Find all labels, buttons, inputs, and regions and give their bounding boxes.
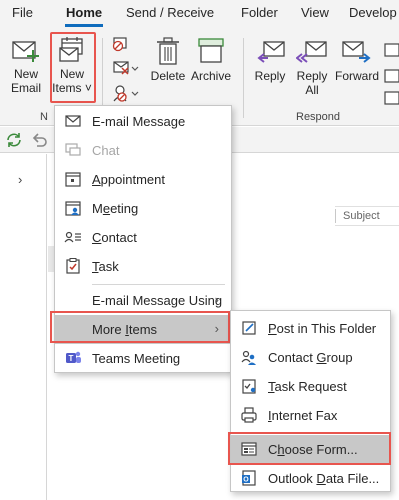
- trash-icon: [157, 37, 179, 65]
- menu-item-label: E-mail Message Using: [92, 293, 223, 308]
- group-label-respond: Respond: [296, 111, 341, 123]
- new-email-label-line1: New: [13, 67, 38, 81]
- menu-item-task[interactable]: Task: [55, 252, 231, 281]
- chat-icon: [65, 143, 81, 156]
- ignore-icon[interactable]: [110, 34, 132, 54]
- data-file-icon: O: [242, 470, 256, 486]
- menu-item-label: Task: [92, 259, 119, 274]
- tab-file[interactable]: File: [12, 5, 33, 20]
- tab-home[interactable]: Home: [66, 5, 102, 20]
- menu-item-label: Contact: [92, 230, 137, 245]
- more-items-highlight-box: [50, 311, 230, 343]
- menu-item-label: Appointment: [92, 172, 165, 187]
- archive-icon: [198, 38, 224, 63]
- contact-group-icon: [241, 350, 256, 365]
- expand-chevron-icon[interactable]: ›: [18, 172, 22, 187]
- archive-label: Archive: [190, 69, 231, 83]
- tab-send-receive[interactable]: Send / Receive: [126, 5, 214, 20]
- menu-item-task-request[interactable]: Task Request: [231, 372, 390, 401]
- new-email-label-line2: Email: [10, 81, 41, 95]
- active-tab-indicator: [65, 24, 103, 27]
- menu-item-contact-group[interactable]: Contact Group: [231, 343, 390, 372]
- task-icon: [66, 258, 80, 274]
- menu-item-label: E-mail Message: [92, 114, 186, 129]
- new-email-icon: [12, 41, 39, 62]
- meeting-reply-icon[interactable]: [383, 42, 399, 58]
- teams-icon: T: [66, 351, 81, 363]
- menu-item-appointment[interactable]: Appointment: [55, 165, 231, 194]
- menu-item-teams-meeting[interactable]: T Teams Meeting: [55, 344, 231, 373]
- tab-view[interactable]: View: [301, 5, 329, 20]
- tab-folder[interactable]: Folder: [241, 5, 278, 20]
- menu-item-label: Post in This Folder: [268, 321, 377, 336]
- menu-item-email-message[interactable]: E-mail Message: [55, 107, 231, 136]
- menu-item-label: Internet Fax: [268, 408, 338, 423]
- column-separator: [335, 209, 336, 223]
- choose-form-highlight-box: [228, 432, 391, 465]
- menu-item-label: Chat: [92, 143, 120, 158]
- reply-icon: [257, 41, 285, 63]
- ribbon-tab-bar: File Home Send / Receive Folder View Dev…: [0, 0, 399, 28]
- message-list-header: Subject: [335, 206, 399, 226]
- menu-item-post-in-this-folder[interactable]: Post in This Folder: [231, 314, 390, 343]
- menu-item-meeting[interactable]: Meeting: [55, 194, 231, 223]
- menu-item-label: Contact Group: [268, 350, 353, 365]
- menu-item-label: Meeting: [92, 201, 139, 216]
- menu-item-chat: Chat: [55, 136, 231, 165]
- menu-item-contact[interactable]: Contact: [55, 223, 231, 252]
- new-email-button[interactable]: New Email: [6, 36, 46, 95]
- reply-all-icon: [296, 41, 327, 63]
- more-respond-icon[interactable]: [383, 90, 399, 106]
- reply-all-label-line2: All: [305, 83, 319, 97]
- menu-item-label: Task Request: [268, 379, 347, 394]
- folder-pane-collapsed: ›: [0, 154, 47, 500]
- reply-button[interactable]: Reply: [250, 36, 290, 83]
- post-icon: [242, 321, 256, 335]
- task-request-icon: [242, 379, 256, 394]
- im-reply-icon[interactable]: [383, 68, 399, 84]
- submenu-arrow-icon: ›: [214, 292, 219, 307]
- menu-item-label: Outlook Data File...: [268, 471, 380, 486]
- column-header-subject[interactable]: Subject: [343, 210, 380, 222]
- forward-label: Forward: [334, 69, 379, 83]
- menu-separator: [92, 284, 225, 285]
- junk-icon[interactable]: [110, 82, 140, 104]
- reply-all-label-line1: Reply: [296, 69, 328, 83]
- delete-label: Delete: [150, 69, 186, 83]
- email-icon: [65, 115, 81, 127]
- archive-button[interactable]: Archive: [188, 36, 234, 83]
- sync-icon[interactable]: [5, 132, 23, 148]
- menu-item-label: Teams Meeting: [92, 351, 181, 366]
- clean-up-icon[interactable]: [110, 58, 140, 78]
- reply-all-button[interactable]: Reply All: [292, 36, 332, 97]
- menu-item-outlook-data-file[interactable]: O Outlook Data File...: [231, 464, 390, 493]
- group-label-new: N: [40, 111, 48, 123]
- delete-button[interactable]: Delete: [148, 36, 188, 83]
- group-separator: [243, 38, 244, 118]
- forward-button[interactable]: Forward: [334, 36, 380, 83]
- svg-text:O: O: [243, 477, 249, 484]
- calendar-icon: [65, 172, 81, 187]
- new-items-highlight-box: [50, 32, 96, 103]
- meeting-icon: [65, 201, 81, 216]
- undo-icon[interactable]: [30, 132, 48, 148]
- reply-label: Reply: [254, 69, 286, 83]
- contact-icon: [64, 231, 81, 243]
- forward-icon: [342, 41, 371, 63]
- menu-item-internet-fax[interactable]: Internet Fax: [231, 401, 390, 430]
- tab-developer[interactable]: Develop: [349, 5, 397, 20]
- svg-text:T: T: [69, 354, 74, 363]
- fax-icon: [241, 407, 257, 423]
